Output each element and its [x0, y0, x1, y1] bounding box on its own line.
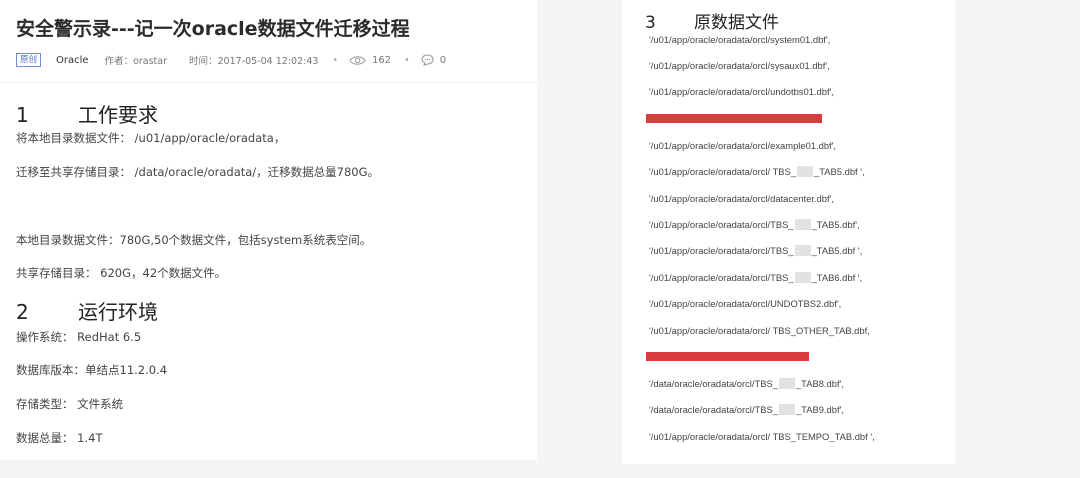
- redaction-mask: [778, 378, 795, 389]
- redaction-mask: [794, 272, 811, 283]
- category-link[interactable]: Oracle: [56, 55, 89, 66]
- section-title: 原数据文件: [694, 13, 779, 33]
- path-suffix: _TAB6.dbf ',: [811, 272, 863, 283]
- datafile-path: '/data/oracle/oradata/orcl/TBS_ _TAB8.dbf…: [649, 378, 844, 389]
- article-header: 安全警示录---记一次oracle数据文件迁移过程 原创 Oracle 作者：o…: [0, 0, 537, 83]
- body-line: 存储类型： 文件系统: [16, 397, 124, 411]
- redaction-mask: [794, 245, 811, 256]
- datafile-path: '/u01/app/oracle/oradata/orcl/TBS_ _TAB6.…: [649, 272, 862, 283]
- datafile-path: '/data/oracle/oradata/orcl/TBS_ _TAB9.dbf…: [649, 404, 844, 415]
- comment-icon[interactable]: [421, 54, 434, 66]
- path-prefix: '/u01/app/oracle/oradata/orcl/ TBS_: [649, 166, 797, 177]
- body-line: 迁移至共享存储目录： /data/oracle/oradata/，迁移数据总量7…: [16, 165, 380, 179]
- path-suffix: _TAB5.dbf',: [811, 219, 860, 230]
- section-number: 3: [645, 13, 656, 33]
- datafile-path: '/u01/app/oracle/oradata/orcl/ TBS_ _TAB5…: [649, 166, 865, 177]
- path-prefix: '/data/oracle/oradata/orcl/TBS_: [649, 378, 778, 389]
- path-prefix: '/u01/app/oracle/oradata/orcl/TBS_: [649, 272, 794, 283]
- datafile-path: '/u01/app/oracle/oradata/orcl/ TBS_OTHER…: [649, 325, 870, 336]
- meta-separator: •: [332, 54, 339, 66]
- article-title: 安全警示录---记一次oracle数据文件迁移过程: [16, 18, 410, 40]
- section-number: 1: [16, 103, 29, 127]
- path-suffix: _TAB9.dbf',: [795, 404, 844, 415]
- datafile-path: '/u01/app/oracle/oradata/orcl/example01.…: [649, 140, 837, 151]
- comment-count: 0: [439, 54, 447, 66]
- path-suffix: _TAB5.dbf ',: [811, 245, 863, 256]
- article-meta: 原创 Oracle 作者：orastar 时间：2017-05-04 12:02…: [16, 52, 459, 68]
- article-left-panel: 安全警示录---记一次oracle数据文件迁移过程 原创 Oracle 作者：o…: [0, 0, 537, 460]
- body-line: 本地目录数据文件：780G,50个数据文件，包括system系统表空间。: [16, 233, 372, 247]
- datafile-path: '/u01/app/oracle/oradata/orcl/sysaux01.d…: [649, 60, 830, 71]
- eye-icon: [349, 55, 366, 66]
- datafile-path: '/u01/app/oracle/oradata/orcl/UNDOTBS2.d…: [649, 298, 842, 309]
- body-line: 操作系统： RedHat 6.5: [16, 330, 142, 344]
- path-suffix: _TAB8.dbf',: [795, 378, 844, 389]
- datafile-path: '/u01/app/oracle/oradata/orcl/system01.d…: [649, 34, 831, 45]
- datafile-path: '/u01/app/oracle/oradata/orcl/TBS_ _TAB5.…: [649, 245, 862, 256]
- datafile-path: '/u01/app/oracle/oradata/orcl/TBS_ _TAB5.…: [649, 219, 860, 230]
- datafile-path: '/u01/app/oracle/oradata/orcl/datacenter…: [649, 193, 834, 204]
- section-title: 工作要求: [78, 103, 158, 127]
- section-title: 运行环境: [78, 300, 158, 324]
- body-line: 数据库版本：单结点11.2.0.4: [16, 363, 168, 377]
- section-heading: 2 运行环境: [16, 296, 158, 325]
- section-heading: 3 原数据文件: [645, 8, 779, 33]
- body-line: 将本地目录数据文件： /u01/app/oracle/oradata，: [16, 131, 286, 145]
- datafile-path: '/u01/app/oracle/oradata/orcl/ TBS_TEMPO…: [649, 431, 875, 442]
- redaction-mask: [794, 219, 811, 230]
- path-prefix: '/data/oracle/oradata/orcl/TBS_: [649, 404, 778, 415]
- section-heading: 1 工作要求: [16, 99, 158, 128]
- publish-time: 时间：2017-05-04 12:02:43: [189, 56, 319, 67]
- path-suffix: _TAB5.dbf ',: [814, 166, 865, 177]
- redaction-mask: [778, 404, 795, 415]
- redacted-highlight-bar: [646, 114, 822, 123]
- redaction-mask: [797, 166, 814, 177]
- path-prefix: '/u01/app/oracle/oradata/orcl/TBS_: [649, 219, 794, 230]
- original-badge: 原创: [16, 53, 42, 67]
- author-label: 作者：orastar: [104, 56, 168, 67]
- meta-separator: •: [404, 54, 410, 66]
- section-number: 2: [16, 300, 29, 324]
- view-count: 162: [372, 54, 392, 66]
- path-prefix: '/u01/app/oracle/oradata/orcl/TBS_: [649, 245, 794, 256]
- body-line: 共享存储目录： 620G，42个数据文件。: [16, 266, 227, 280]
- datafile-path: '/u01/app/oracle/oradata/orcl/undotbs01.…: [649, 86, 834, 97]
- redacted-highlight-bar: [646, 352, 809, 361]
- body-line: 数据总量： 1.4T: [16, 431, 103, 445]
